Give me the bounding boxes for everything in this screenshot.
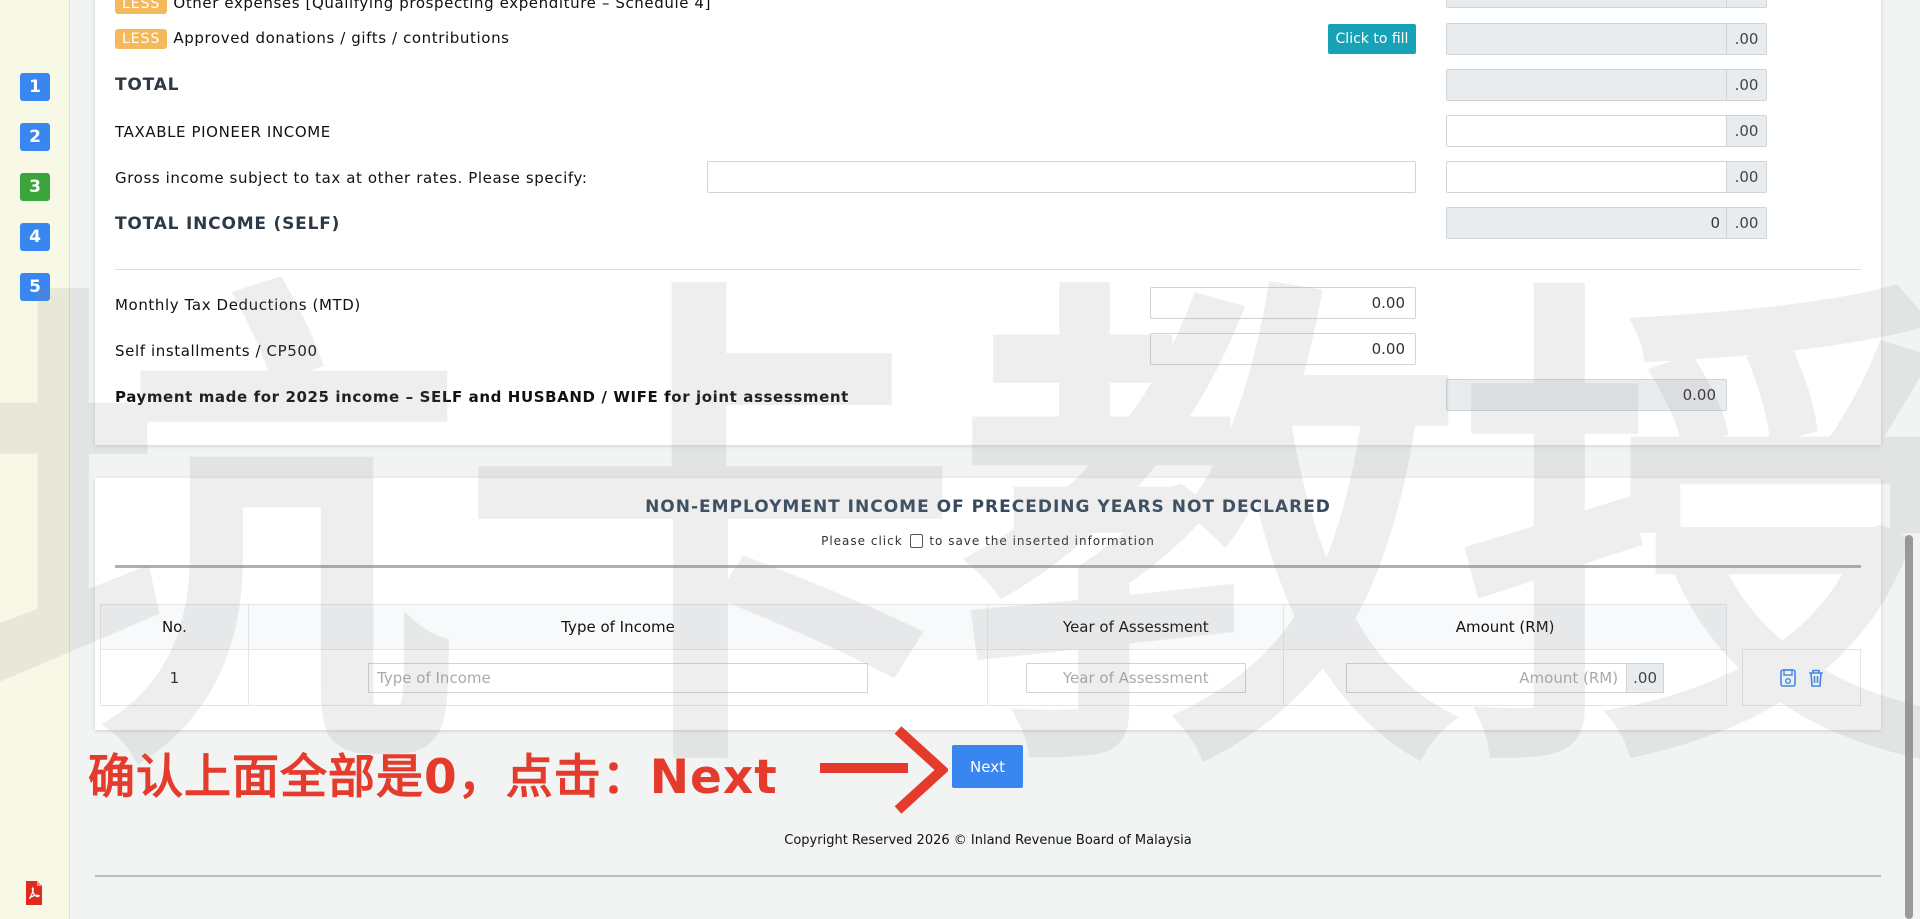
row-actions — [1742, 649, 1861, 706]
other-expenses-amount — [1446, 0, 1767, 8]
other-expenses-label: Other expenses [Qualifying prospecting e… — [173, 0, 712, 12]
mtd-label: Monthly Tax Deductions (MTD) — [115, 296, 361, 314]
cp500-label: Self installments / CP500 — [115, 342, 318, 360]
step-5-button[interactable]: 5 — [20, 273, 50, 301]
other-expenses-row: LESS Other expenses [Qualifying prospecti… — [115, 0, 711, 14]
save-icon — [909, 534, 923, 548]
other-rates-amount-input[interactable]: .00 — [1446, 161, 1767, 193]
payment-label: Payment made for 2025 income – SELF and … — [115, 388, 849, 406]
cents-suffix: .00 — [1726, 24, 1766, 54]
payment-amount-field: 0.00 — [1446, 379, 1727, 411]
mtd-input[interactable]: 0.00 — [1150, 287, 1416, 319]
section-title: NON-EMPLOYMENT INCOME OF PRECEDING YEARS… — [645, 497, 1331, 517]
section-rule — [115, 565, 1861, 568]
arrow-right-icon — [820, 726, 948, 814]
next-button[interactable]: Next — [952, 745, 1023, 788]
donations-amount-field: .00 — [1446, 23, 1767, 55]
other-rates-label: Gross income subject to tax at other rat… — [115, 169, 588, 187]
year-of-assessment-input[interactable]: Year of Assessment — [1025, 662, 1246, 693]
section-subtitle: Please click to save the inserted inform… — [95, 534, 1881, 548]
table-row: 1 Type of Income Year of Assessment Amou… — [100, 649, 1727, 706]
step-4-button[interactable]: 4 — [20, 223, 50, 251]
steps-sidebar: 1 2 3 4 5 — [0, 0, 70, 919]
total-amount-field: .00 — [1446, 69, 1767, 101]
total-income-field: 0.00 — [1446, 207, 1767, 239]
donations-label: Approved donations / gifts / contributio… — [173, 29, 510, 47]
step-1-button[interactable]: 1 — [20, 73, 50, 101]
copyright-text: Copyright Reserved 2026 © Inland Revenue… — [784, 833, 1192, 848]
trash-icon[interactable] — [1808, 669, 1824, 687]
column-header-no: No. — [100, 604, 249, 650]
pioneer-income-input[interactable]: .00 — [1446, 115, 1767, 147]
column-header-type: Type of Income — [247, 604, 989, 650]
row-number: 1 — [100, 649, 249, 706]
type-of-income-input[interactable]: Type of Income — [368, 662, 869, 693]
cents-suffix: .00 — [1726, 208, 1766, 238]
cents-suffix: .00 — [1626, 662, 1665, 693]
click-to-fill-button[interactable]: Click to fill — [1328, 24, 1416, 54]
cp500-input[interactable]: 0.00 — [1150, 333, 1416, 365]
footer-rule — [95, 875, 1881, 877]
pdf-icon[interactable] — [24, 881, 44, 905]
cents-suffix: .00 — [1726, 70, 1766, 100]
column-header-amount: Amount (RM) — [1283, 604, 1727, 650]
page-scrollbar[interactable] — [1905, 535, 1913, 919]
cents-suffix: .00 — [1726, 116, 1766, 146]
column-header-year: Year of Assessment — [987, 604, 1285, 650]
total-label: TOTAL — [115, 75, 180, 95]
step-2-button[interactable]: 2 — [20, 123, 50, 151]
amount-input[interactable]: Amount (RM) — [1346, 662, 1627, 693]
total-income-label: TOTAL INCOME (SELF) — [115, 214, 341, 234]
donations-row: LESS Approved donations / gifts / contrib… — [115, 29, 510, 49]
subtitle-prefix: Please click — [821, 534, 903, 548]
section-divider — [115, 269, 1861, 270]
amount-input-group: Amount (RM) .00 — [1346, 662, 1665, 693]
less-badge: LESS — [115, 29, 168, 49]
save-icon[interactable] — [1779, 668, 1796, 687]
tutorial-annotation: 确认上面全部是0，点击：Next — [88, 750, 778, 805]
total-income-value: 0 — [1447, 208, 1726, 238]
preceding-income-table: No. Type of Income Year of Assessment Am… — [100, 604, 1727, 706]
step-3-button[interactable]: 3 — [20, 173, 50, 201]
subtitle-suffix: to save the inserted information — [929, 534, 1155, 548]
other-rates-specify-input[interactable] — [707, 161, 1416, 193]
cents-suffix: .00 — [1726, 162, 1766, 192]
pioneer-income-label: TAXABLE PIONEER INCOME — [115, 123, 331, 141]
less-badge: LESS — [115, 0, 168, 14]
